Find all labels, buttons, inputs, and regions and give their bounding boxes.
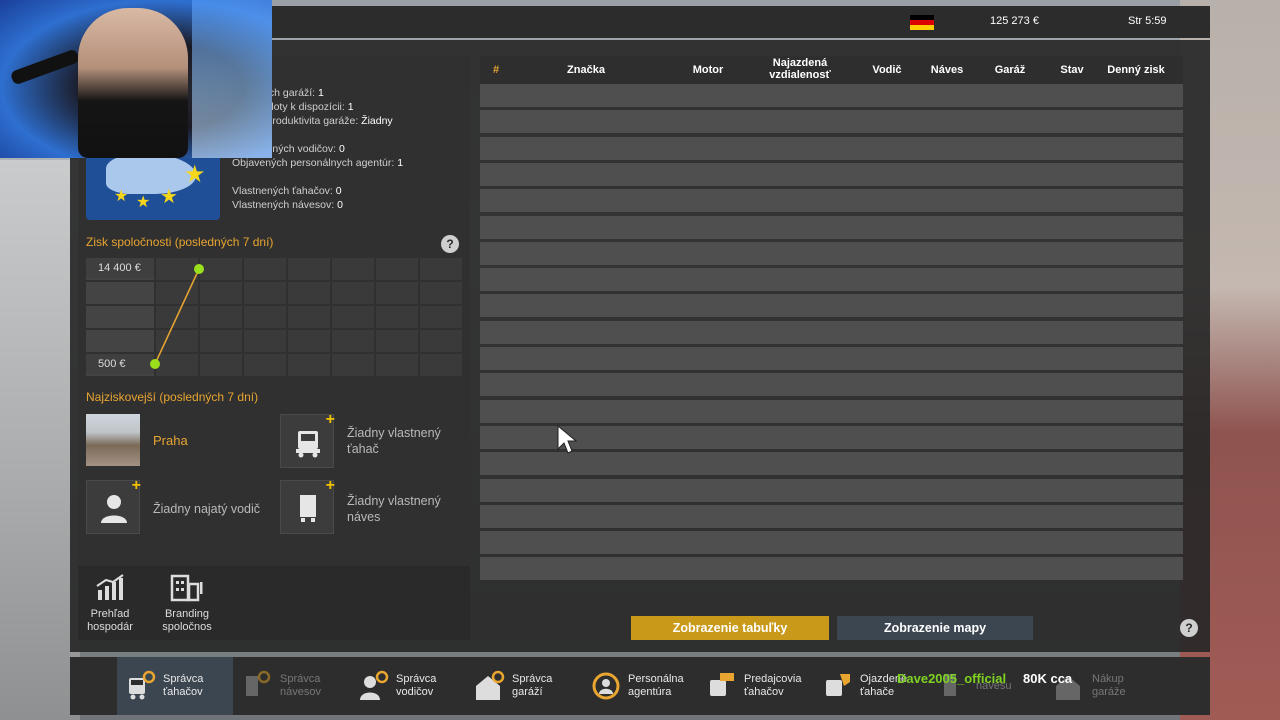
col-distance[interactable]: Najazdená vzdialenosť xyxy=(760,57,840,81)
germany-flag-icon xyxy=(910,15,934,30)
no-trailer-label: Žiadny vlastnený náves xyxy=(347,494,441,524)
nav-used-truck[interactable]: Ojazdené ťahače xyxy=(814,657,930,715)
nav-label: Správca ťahačov xyxy=(163,673,204,698)
nav-label: Nákup garáže xyxy=(1092,673,1126,698)
top-performers-title: Najziskovejší (posledných 7 dní) xyxy=(86,390,259,404)
col-daily-profit[interactable]: Denný zisk xyxy=(1102,64,1170,76)
top-garage-name[interactable]: Praha xyxy=(153,433,188,449)
top-status-bar: 125 273 € Str 5:59 xyxy=(270,6,1210,38)
nav-label: Personálna agentúra xyxy=(628,673,684,698)
profit-chart: 14 400 € 500 € xyxy=(86,258,462,376)
mouse-cursor-icon xyxy=(557,425,577,454)
vehicle-table: # Značka Motor Najazdená vzdialenosť Vod… xyxy=(480,56,1183,584)
garage-gear-icon xyxy=(474,670,506,702)
table-row[interactable] xyxy=(480,162,1183,186)
col-engine[interactable]: Motor xyxy=(680,64,736,76)
no-driver-label: Žiadny najatý vodič xyxy=(153,502,261,516)
table-row[interactable] xyxy=(480,373,1183,397)
table-header: # Značka Motor Najazdená vzdialenosť Vod… xyxy=(480,56,1183,84)
profit-line-plot xyxy=(150,264,204,369)
add-trailer-tile[interactable]: + xyxy=(280,477,335,534)
plus-icon: + xyxy=(131,477,141,494)
map-view-button[interactable]: Zobrazenie mapy xyxy=(837,616,1033,640)
profit-section-title: Zisk spoločnosti (posledných 7 dní) xyxy=(86,235,274,249)
dealer-icon xyxy=(706,670,738,702)
col-number[interactable]: # xyxy=(490,64,502,76)
add-truck-tile[interactable]: + xyxy=(280,411,335,468)
col-status[interactable]: Stav xyxy=(1050,64,1094,76)
webcam-overlay xyxy=(0,0,272,158)
used-truck-icon xyxy=(822,670,854,702)
col-garage[interactable]: Garáž xyxy=(984,64,1036,76)
no-truck-label: Žiadny vlastnený ťahač xyxy=(347,426,441,456)
plus-icon: + xyxy=(325,477,335,494)
money-display: 125 273 € xyxy=(990,15,1039,27)
nav-label: Správca vodičov xyxy=(396,673,437,698)
background-wall-left xyxy=(0,160,80,720)
nav-label: Správca garáží xyxy=(512,673,553,698)
nav-agency[interactable]: Personálna agentúra xyxy=(582,657,698,715)
col-trailer[interactable]: Náves xyxy=(922,64,972,76)
nav-label: Predajcovia ťahačov xyxy=(744,673,802,698)
plus-icon: + xyxy=(325,411,335,428)
stream-overlay-text: 80K cca xyxy=(1023,671,1073,686)
table-row[interactable] xyxy=(480,347,1183,370)
table-row[interactable] xyxy=(480,320,1183,344)
table-row[interactable] xyxy=(480,452,1183,476)
table-row[interactable] xyxy=(480,557,1183,581)
profit-help-button[interactable]: ? xyxy=(441,235,459,253)
nav-trailer[interactable]: návesu xyxy=(930,657,1046,715)
table-row[interactable] xyxy=(480,531,1183,555)
nav-trailer-gear[interactable]: Správca návesov xyxy=(234,657,350,715)
profit-point xyxy=(150,359,160,369)
garage-photo[interactable] xyxy=(86,414,140,466)
finance-overview-label: Prehľad hospodár xyxy=(87,608,133,633)
nav-garage-gear[interactable]: Správca garáží xyxy=(466,657,582,715)
table-row[interactable] xyxy=(480,84,1183,107)
bottom-help-button[interactable]: ? xyxy=(1180,619,1198,637)
branding-button[interactable]: Branding spoločnos xyxy=(158,572,216,634)
branding-label: Branding spoločnos xyxy=(162,608,212,633)
finance-overview-button[interactable]: Prehľad hospodár xyxy=(82,572,138,634)
col-driver[interactable]: Vodič xyxy=(860,64,914,76)
profit-point xyxy=(194,264,204,274)
building-icon xyxy=(170,574,203,602)
stream-overlay-username: Dave2005_official xyxy=(897,671,1007,686)
profit-line xyxy=(154,268,200,365)
nav-driver-gear[interactable]: Správca vodičov xyxy=(350,657,466,715)
table-row[interactable] xyxy=(480,399,1183,423)
col-brand[interactable]: Značka xyxy=(556,64,616,76)
truck-gear-icon xyxy=(125,670,157,702)
table-row[interactable] xyxy=(480,425,1183,449)
table-row[interactable] xyxy=(480,478,1183,502)
company-logo-europe: ★ ★ ★ ★ xyxy=(86,150,220,220)
add-driver-tile[interactable]: + xyxy=(86,477,141,534)
table-row[interactable] xyxy=(480,294,1183,318)
table-row[interactable] xyxy=(480,189,1183,213)
table-row[interactable] xyxy=(480,241,1183,265)
bar-chart-icon xyxy=(96,574,124,600)
table-row[interactable] xyxy=(480,110,1183,134)
table-row[interactable] xyxy=(480,215,1183,239)
table-view-button[interactable]: Zobrazenie tabuľky xyxy=(631,616,829,640)
table-row[interactable] xyxy=(480,504,1183,528)
nav-buy-garage[interactable]: Nákup garáže xyxy=(1046,657,1162,715)
table-row[interactable] xyxy=(480,268,1183,292)
table-row[interactable] xyxy=(480,136,1183,160)
trailer-gear-icon xyxy=(242,670,274,702)
nav-truck-gear[interactable]: Správca ťahačov xyxy=(117,657,233,715)
nav-label: Správca návesov xyxy=(280,673,321,698)
agency-icon xyxy=(590,670,622,702)
driver-gear-icon xyxy=(358,670,390,702)
game-clock: Str 5:59 xyxy=(1128,15,1167,27)
nav-dealer[interactable]: Predajcovia ťahačov xyxy=(698,657,814,715)
